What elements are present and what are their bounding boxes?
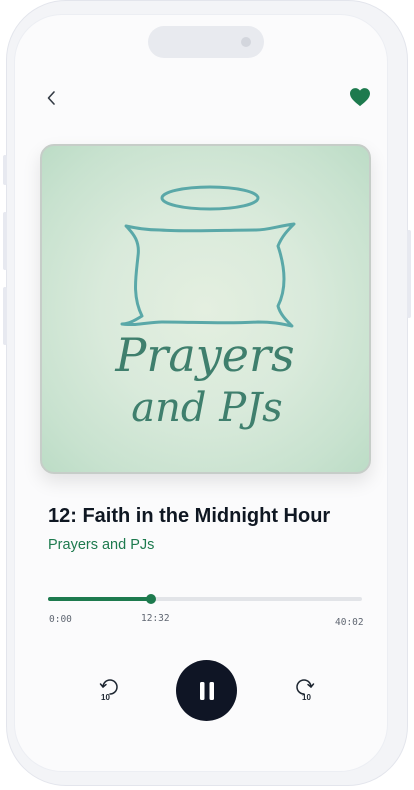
episode-title: 12: Faith in the Midnight Hour [48,505,331,527]
artwork-title-line2: and PJs [131,385,282,431]
skip-forward-seconds: 10 [302,693,311,702]
show-name-link[interactable]: Prayers and PJs [48,537,154,553]
skip-back-button[interactable]: 10 [96,676,124,704]
back-button[interactable] [40,86,64,110]
side-button [3,212,7,270]
side-button [3,287,7,345]
elapsed-time: 0:00 [49,614,72,625]
camera-icon [241,37,251,47]
progress-fill [48,597,152,601]
pause-button[interactable] [176,660,237,721]
progress-track[interactable] [48,594,362,604]
side-button [3,155,7,185]
duration-time: 40:02 [335,617,364,628]
pillow-icon [120,222,296,328]
artwork-title-line1: Prayers [114,328,294,382]
artwork-illustration: Prayers and PJs [114,185,296,431]
skip-back-seconds: 10 [101,693,110,702]
pause-icon [199,681,214,700]
skip-forward-button[interactable]: 10 [290,676,318,704]
chevron-left-icon [47,91,55,105]
side-button [407,230,411,318]
current-time: 12:32 [141,613,170,624]
podcast-artwork: Prayers and PJs [40,144,371,474]
heart-icon [350,88,370,107]
favorite-button[interactable] [349,87,373,109]
